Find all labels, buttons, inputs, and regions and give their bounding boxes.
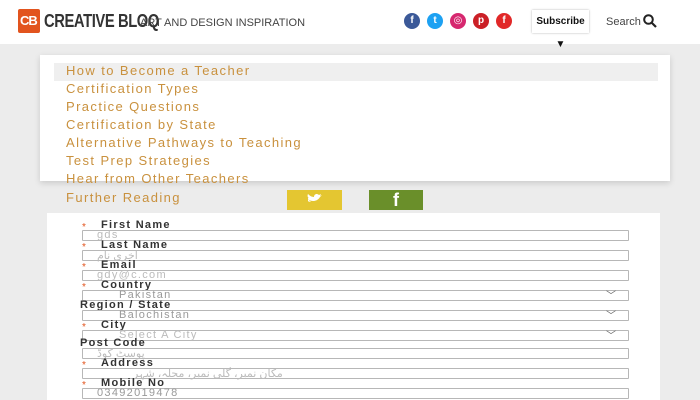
facebook-f-icon: f [393,190,399,210]
menu-item-test-prep[interactable]: Test Prep Strategies [66,153,211,168]
creative-bloq-logo[interactable]: CB [18,9,40,33]
flipboard-icon[interactable]: f [496,13,512,29]
menu-item-become-teacher[interactable]: How to Become a Teacher [66,63,250,78]
menu-item-alternative-pathways[interactable]: Alternative Pathways to Teaching [66,135,302,150]
facebook-share-button[interactable]: f [369,190,423,210]
search-icon[interactable] [643,14,657,28]
mobile-value: 03492019478 [97,387,179,399]
menu-item-certification-types[interactable]: Certification Types [66,81,199,96]
menu-item-practice-questions[interactable]: Practice Questions [66,99,200,114]
instagram-icon[interactable]: ◎ [450,13,466,29]
search-label[interactable]: Search [606,16,641,28]
last-name-field[interactable]: اخری نام [82,250,629,262]
tagline: ART AND DESIGN INSPIRATION [140,17,306,29]
mobile-field[interactable]: 03492019478 [82,387,629,399]
topic-menu: How to Become a Teacher Certification Ty… [40,55,670,186]
menu-item-hear-from-teachers[interactable]: Hear from Other Teachers [66,171,250,186]
menu-item-certification-by-state[interactable]: Certification by State [66,117,217,132]
post-code-field[interactable]: پوسٹ کوڈ [82,348,629,360]
site-header: CB CREATIVE BLOQ ART AND DESIGN INSPIRAT… [0,0,700,50]
chevron-down-icon: ﹀ [606,331,616,342]
further-reading-link[interactable]: Further Reading [66,190,181,205]
region-value: Balochistan [119,309,191,321]
twitter-share-button[interactable] [287,190,342,210]
chevron-down-icon: ﹀ [606,311,616,322]
city-select[interactable]: Select A City ﹀ [82,329,629,342]
logo-mark: CB [20,13,38,28]
subscribe-button[interactable]: Subscribe ▼ [532,10,589,50]
chevron-down-icon: ﹀ [606,291,616,302]
twitter-icon[interactable]: t [427,13,443,29]
facebook-icon[interactable]: f [404,13,420,29]
pinterest-icon[interactable]: p [473,13,489,29]
email-field[interactable]: gdy@c.com [82,269,629,281]
twitter-bird-icon [307,193,322,202]
region-select[interactable]: Balochistan ﹀ [82,309,629,322]
